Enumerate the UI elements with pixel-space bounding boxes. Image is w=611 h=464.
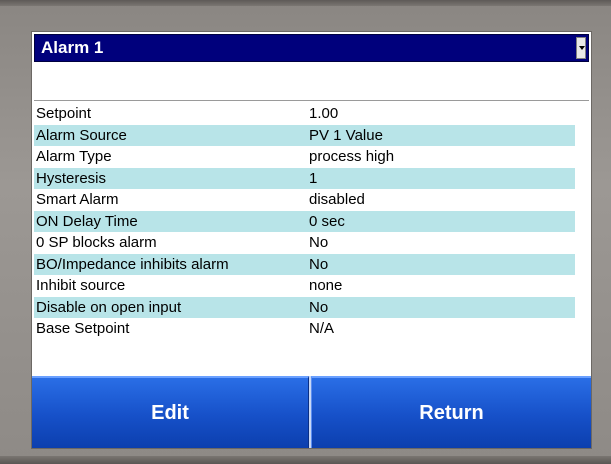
row-value: No bbox=[309, 298, 329, 316]
table-row[interactable]: Disable on open input No bbox=[34, 296, 575, 318]
row-value: none bbox=[309, 277, 343, 294]
chevron-down-icon[interactable] bbox=[576, 37, 586, 59]
row-label: Smart Alarm bbox=[36, 191, 119, 208]
return-button[interactable]: Return bbox=[311, 376, 591, 448]
table-row[interactable]: Setpoint 1.00 bbox=[34, 103, 575, 125]
row-label: Hysteresis bbox=[36, 169, 107, 187]
row-label: Alarm Source bbox=[36, 126, 127, 144]
row-label: Alarm Type bbox=[36, 148, 112, 165]
row-value: 0 sec bbox=[309, 212, 345, 230]
row-label: Base Setpoint bbox=[36, 320, 130, 337]
row-label: Inhibit source bbox=[36, 277, 126, 294]
table-row[interactable]: BO/Impedance inhibits alarm No bbox=[34, 253, 575, 275]
row-label: ON Delay Time bbox=[36, 212, 138, 230]
table-row[interactable]: Hysteresis 1 bbox=[34, 167, 575, 189]
table-row[interactable]: Alarm Type process high bbox=[34, 146, 575, 168]
table-row[interactable]: ON Delay Time 0 sec bbox=[34, 210, 575, 232]
screen: Alarm 1 Setpoint 1.00 Alarm Source PV 1 … bbox=[32, 32, 591, 448]
edit-button[interactable]: Edit bbox=[32, 376, 309, 448]
row-label: Disable on open input bbox=[36, 298, 182, 316]
bezel-top-edge bbox=[0, 0, 611, 6]
row-value: No bbox=[309, 255, 329, 273]
row-value: process high bbox=[309, 148, 395, 165]
row-value: N/A bbox=[309, 320, 335, 337]
row-value: 1.00 bbox=[309, 105, 339, 122]
table-row[interactable]: Smart Alarm disabled bbox=[34, 189, 575, 211]
table-row[interactable]: Base Setpoint N/A bbox=[34, 318, 575, 340]
settings-table: Setpoint 1.00 Alarm Source PV 1 Value Al… bbox=[34, 103, 589, 340]
row-label: 0 SP blocks alarm bbox=[36, 234, 157, 251]
row-value: No bbox=[309, 234, 329, 251]
row-value: 1 bbox=[309, 169, 318, 187]
row-label: Setpoint bbox=[36, 105, 92, 122]
page-title: Alarm 1 bbox=[41, 38, 104, 57]
row-value: PV 1 Value bbox=[309, 126, 383, 144]
table-row[interactable]: 0 SP blocks alarm No bbox=[34, 232, 575, 254]
row-value: disabled bbox=[309, 191, 365, 208]
title-bar: Alarm 1 bbox=[32, 32, 591, 64]
button-bar: Edit Return bbox=[32, 376, 591, 448]
bezel-bottom-edge bbox=[0, 456, 611, 464]
table-row[interactable]: Inhibit source none bbox=[34, 275, 575, 297]
row-label: BO/Impedance inhibits alarm bbox=[36, 255, 229, 273]
description-area bbox=[34, 66, 589, 101]
alarm-select-dropdown[interactable]: Alarm 1 bbox=[34, 34, 589, 62]
table-row[interactable]: Alarm Source PV 1 Value bbox=[34, 124, 575, 146]
